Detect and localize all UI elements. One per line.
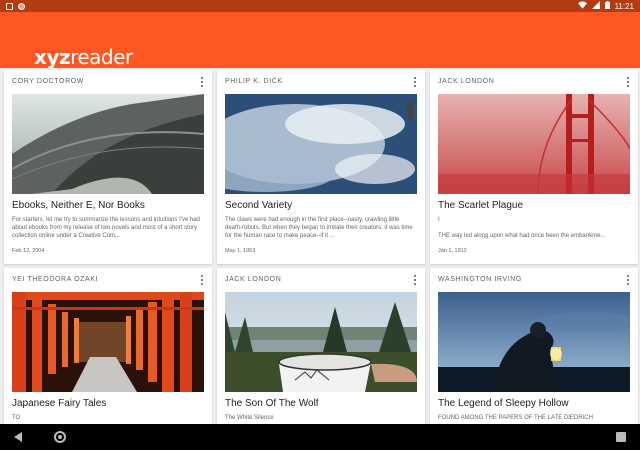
sync-icon <box>18 2 25 10</box>
overflow-menu-icon[interactable] <box>198 274 206 286</box>
overflow-menu-icon[interactable] <box>411 76 419 88</box>
navigation-bar <box>0 424 640 450</box>
card-thumbnail <box>12 94 204 194</box>
recents-icon[interactable] <box>616 432 626 442</box>
app-logo: xyzreader <box>34 45 133 69</box>
card-thumbnail <box>225 94 417 194</box>
battery-icon <box>604 1 610 11</box>
status-bar: 11:21 <box>0 0 640 12</box>
card-thumbnail <box>12 292 204 392</box>
card-excerpt: TO <box>12 415 21 421</box>
signal-icon <box>591 1 600 11</box>
article-card[interactable]: Jack London The Scarlet Plague I THE way… <box>430 70 638 264</box>
card-title: Second Variety <box>225 200 293 211</box>
card-title: Ebooks, Neither E, Nor Books <box>12 200 145 211</box>
card-title: The Scarlet Plague <box>438 200 524 211</box>
card-excerpt: For starters, let me try to summarize th… <box>12 217 200 239</box>
card-title: The Legend of Sleepy Hollow <box>438 398 569 409</box>
card-excerpt: FOUND AMONG THE PAPERS OF THE LATE DIEDR… <box>438 415 593 421</box>
article-card[interactable]: Washington Irving The Legend of Sleepy H… <box>430 268 638 428</box>
card-thumbnail <box>438 292 630 392</box>
card-author: Philip K. Dick <box>225 78 283 85</box>
card-title: The Son Of The Wolf <box>225 398 319 409</box>
card-excerpt: I THE way led along upon what had once b… <box>438 217 606 239</box>
card-author: Yei Theodora Ozaki <box>12 276 99 283</box>
article-card[interactable]: Jack London The Son Of The Wolf The Whit… <box>217 268 425 428</box>
notification-icon <box>6 2 13 10</box>
card-thumbnail <box>225 292 417 392</box>
card-date: May 1, 1953 <box>225 248 256 254</box>
article-card[interactable]: Yei Theodora Ozaki Japanese Fair <box>4 268 212 428</box>
status-time: 11:21 <box>614 1 634 11</box>
overflow-menu-icon[interactable] <box>624 76 632 88</box>
article-card[interactable]: Cory Doctorow Ebooks, Neither E, Nor Boo… <box>4 70 212 264</box>
card-excerpt: The claws were bad enough in the first p… <box>225 217 413 239</box>
card-author: Washington Irving <box>438 276 522 283</box>
card-excerpt: The White Silence <box>225 415 274 421</box>
card-author: Cory Doctorow <box>12 78 84 85</box>
card-date: Feb 12, 2004 <box>12 248 45 254</box>
card-title: Japanese Fairy Tales <box>12 398 107 409</box>
card-author: Jack London <box>438 78 495 85</box>
overflow-menu-icon[interactable] <box>198 76 206 88</box>
back-icon[interactable] <box>14 432 22 442</box>
article-card[interactable]: Philip K. Dick Second Variety The claws … <box>217 70 425 264</box>
overflow-menu-icon[interactable] <box>411 274 419 286</box>
overflow-menu-icon[interactable] <box>624 274 632 286</box>
card-date: Jan 1, 1912 <box>438 248 467 254</box>
home-icon[interactable] <box>54 431 66 443</box>
card-thumbnail <box>438 94 630 194</box>
card-author: Jack London <box>225 276 282 283</box>
wifi-icon <box>577 1 587 11</box>
